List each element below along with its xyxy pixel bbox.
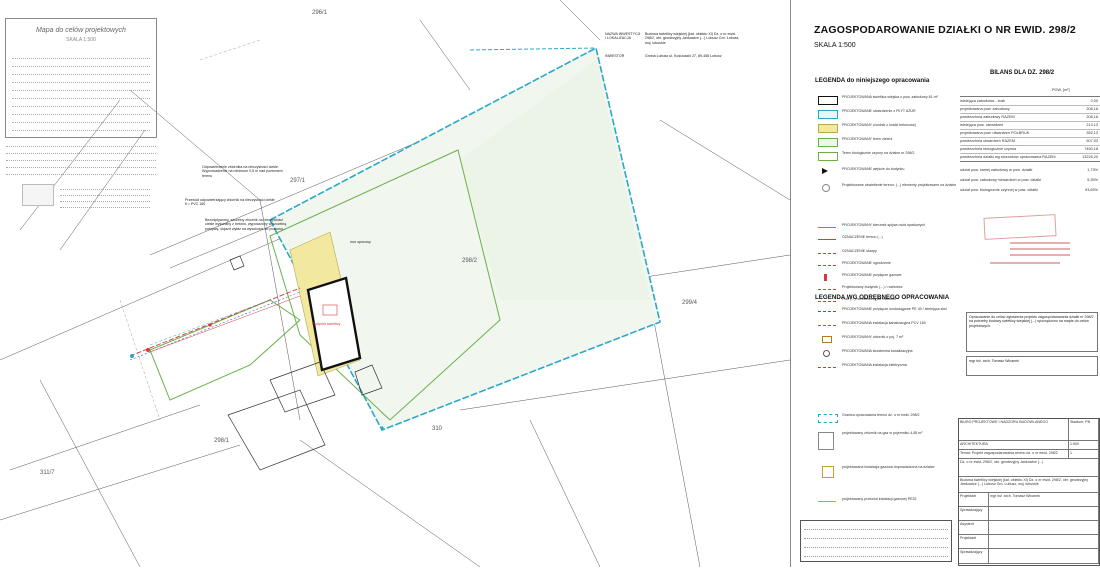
legend-item: PROJEKTOWANE utwardzenie z PŁYT AŻUR bbox=[814, 108, 972, 119]
tb-address2: Budowa świetlicy wiejskiej (kat. obiektu… bbox=[959, 477, 1099, 493]
legend-item: OZNACZENIE skarpy bbox=[814, 248, 972, 259]
legend-item: Teren biologicznie czynny na działce nr … bbox=[814, 150, 972, 161]
ratio-row: udział pow. zabudowy+utwardzeń w pow. dz… bbox=[960, 178, 1098, 182]
tb-cell bbox=[989, 507, 1099, 521]
bottom-note-box bbox=[800, 520, 952, 562]
tb-company: BIURO PROJEKTOWE I NADZORU BUDOWLANEGO bbox=[959, 419, 1069, 441]
tb-designer: mgr inż. arch. Tomasz Wicanek bbox=[989, 493, 1099, 507]
label-parcel-main: 298/2 bbox=[462, 258, 478, 264]
parcel-boundary-top bbox=[469, 47, 597, 51]
tb-stage: Stadium: PB bbox=[1069, 419, 1099, 441]
label-parcel-b: 299/4 bbox=[682, 300, 698, 306]
map-stamp-notes bbox=[6, 140, 156, 178]
legend-item: OZNACZENIE terenu (...) bbox=[814, 234, 972, 245]
lower-legend-item: projektowana instalacja gazowa doprowadz… bbox=[814, 464, 972, 488]
legend2-item: PROJEKTOWANA instalacja kanalizacyjna PC… bbox=[814, 320, 972, 331]
tb-branch: ARCHITEKTURA bbox=[959, 441, 1069, 450]
balance-unit: POW. [m²] bbox=[1052, 88, 1070, 92]
legend2-item: PROJEKTOWANY zbiornik o poj. 7 m³ bbox=[814, 334, 972, 345]
tb-address: Dz. o nr ewid. 298/2, obr. geodezyjny Ja… bbox=[959, 459, 1099, 477]
legend-item: PROJEKTOWANY chodnik z kostki betonowej bbox=[814, 122, 972, 133]
legend2-item: PROJEKTOWANA studzienka kanalizacyjna bbox=[814, 348, 972, 359]
legend-title: LEGENDA do niniejszego opracowania bbox=[815, 77, 930, 84]
investor-block: NAZWA INWESTYCJI / LOKALIZACJA Budowa św… bbox=[605, 32, 745, 62]
legend-item: PROJEKTOWANY kierunek spływu wód opadowy… bbox=[814, 222, 972, 233]
ratio-row: udział pow. samej zabudowy w pow. działk… bbox=[960, 168, 1098, 172]
notes-text: Opracowanie do celów zgłoszenia projektu… bbox=[969, 315, 1094, 328]
tb-sheet: 1 bbox=[1069, 450, 1099, 459]
ratio-row: udział pow. biologicznie czynnej w pow. … bbox=[960, 188, 1098, 192]
sheet-title: ZAGOSPODAROWANIE DZIAŁKI O NR EWID. 298/… bbox=[814, 24, 1076, 36]
label-parcel-d: 311/7 bbox=[40, 470, 55, 476]
map-stamp-title: Mapa do celów projektowych bbox=[36, 27, 126, 34]
tb-cell bbox=[989, 549, 1099, 564]
note-ventilation: Odpowietrzenie zbiornika na nieczystości… bbox=[202, 165, 283, 178]
note-tank: Bezodpływowy, szczelny zbiornik na niecz… bbox=[205, 218, 287, 231]
map-stamp-rows bbox=[12, 51, 150, 135]
tb-role: Asystent bbox=[959, 521, 989, 535]
balance-table: istniejąca zabudowa - brak 0,00 projektow… bbox=[960, 96, 1100, 163]
tb-title: Temat: Projekt zagospodarowania terenu d… bbox=[959, 450, 1069, 459]
balance-row: powierzchnia działki wg stosunków opraco… bbox=[960, 153, 1100, 162]
legend2-title: LEGENDA WG ODRĘBNEGO OPRACOWANIA bbox=[815, 294, 950, 301]
label-parcel-f: 297/1 bbox=[290, 178, 306, 184]
note-pipe: Przewód odpowietrzający zbiornik na niec… bbox=[185, 198, 275, 207]
green-boundary-2 bbox=[149, 299, 301, 401]
ratio-list: udział pow. samej zabudowy w pow. działk… bbox=[960, 166, 1100, 196]
map-stamp-scale: SKALA 1:500 bbox=[66, 37, 96, 43]
surveyor-stamp bbox=[60, 184, 150, 208]
utility-lines bbox=[129, 287, 301, 361]
map-stamp: Mapa do celów projektowych SKALA 1:500 bbox=[5, 18, 157, 138]
right-panel: ZAGOSPODAROWANIE DZIAŁKI O NR EWID. 298/… bbox=[790, 0, 1100, 567]
notes-sign-designer: mgr inż. arch. Tomasz Wicanek bbox=[969, 359, 1019, 363]
legend-list: PROJEKTOWANA świetlica wiejska o pow. za… bbox=[814, 94, 974, 318]
label-parcel-c: 310 bbox=[432, 426, 443, 432]
legend-item: Projektowane oświetlenie terenu: (...) e… bbox=[814, 182, 972, 222]
notes-sign: mgr inż. arch. Tomasz Wicanek bbox=[966, 356, 1098, 376]
investor-label: INWESTOR bbox=[605, 54, 625, 58]
legend-item: PROJEKTOWANE wejście do budynku bbox=[814, 166, 972, 177]
tb-role: Sprawdzający bbox=[959, 549, 989, 564]
tb-cell bbox=[989, 521, 1099, 535]
tb-role: Projektant bbox=[959, 535, 989, 549]
legend-item: PROJEKTOWANE ogrodzenie bbox=[814, 260, 972, 271]
lower-legend-item: projektowany zbiornik na gaz w pojemniku… bbox=[814, 430, 972, 454]
lower-legend: Granica opracowania terenu dz. o nr ewid… bbox=[814, 412, 954, 517]
approval-stamps bbox=[980, 212, 1080, 282]
lower-legend-item: Granica opracowania terenu dz. o nr ewid… bbox=[814, 412, 972, 423]
object-label: NAZWA INWESTYCJI / LOKALIZACJA bbox=[605, 32, 641, 41]
investor-text: Gmina Lubusz ul. Kościuszki 27, 89-458 L… bbox=[645, 54, 722, 58]
legend-item: PROJEKTOWANY teren zieleni bbox=[814, 136, 972, 147]
legend-item: PROJEKTOWANE przyłącze gazowe bbox=[814, 272, 972, 283]
label-parcel-a: 298/1 bbox=[214, 438, 230, 444]
sheet-scale: SKALA 1:500 bbox=[814, 42, 856, 49]
panel-divider bbox=[790, 0, 791, 567]
balance-title: BILANS DLA DZ. 298/2 bbox=[990, 70, 1055, 76]
tb-role: Projektant bbox=[959, 493, 989, 507]
tb-cell bbox=[989, 535, 1099, 549]
label-mur: mur oporowy bbox=[350, 240, 371, 244]
lower-legend-item: projektowany przewód instalacji gazowej … bbox=[814, 496, 972, 507]
notes-block: Opracowanie do celów zgłoszenia projektu… bbox=[966, 312, 1098, 352]
label-building: Budynek świetlicy bbox=[312, 322, 341, 326]
tb-scale: 1:500 bbox=[1069, 441, 1099, 450]
object-text: Budowa świetlicy wiejskiej (kat. obiektu… bbox=[645, 32, 740, 45]
legend2-item: PROJEKTOWANA instalacja elektryczna bbox=[814, 362, 972, 373]
label-parcel-e: 296/1 bbox=[312, 10, 328, 16]
legend2-list: PROJEKTOWANE przyłącze wodociągowe PE 40… bbox=[814, 306, 974, 376]
legend-item: PROJEKTOWANA świetlica wiejska o pow. za… bbox=[814, 94, 972, 105]
legend2-item: PROJEKTOWANE przyłącze wodociągowe PE 40… bbox=[814, 306, 972, 317]
title-block: BIURO PROJEKTOWE I NADZORU BUDOWLANEGO S… bbox=[958, 418, 1100, 566]
surveyor-logo bbox=[22, 184, 54, 206]
tb-role: Sprawdzający bbox=[959, 507, 989, 521]
